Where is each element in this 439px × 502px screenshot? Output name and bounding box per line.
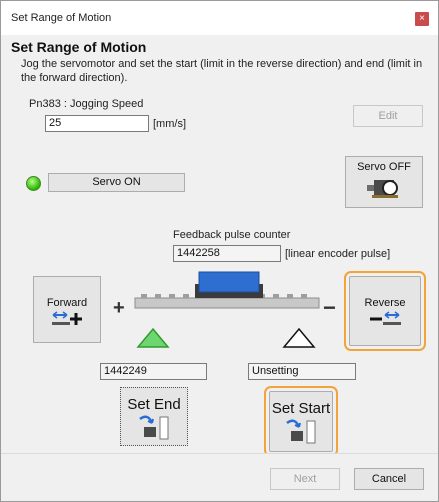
dialog-window: Set Range of Motion × Set Range of Motio… bbox=[0, 0, 439, 502]
jogging-speed-label: Pn383 : Jogging Speed bbox=[29, 98, 144, 110]
linear-axis-slider-icon bbox=[134, 271, 320, 309]
set-end-label: Set End bbox=[127, 396, 181, 413]
forward-jog-button[interactable]: Forward bbox=[33, 276, 101, 343]
set-end-icon bbox=[139, 415, 169, 440]
servo-off-label: Servo OFF bbox=[357, 161, 411, 173]
end-position-field: 1442249 bbox=[100, 363, 207, 380]
jogging-speed-unit: [mm/s] bbox=[153, 118, 186, 130]
reverse-jog-button[interactable]: Reverse bbox=[344, 271, 426, 351]
minus-direction-sign: − bbox=[323, 295, 336, 320]
set-start-button[interactable]: Set Start bbox=[264, 386, 338, 457]
reverse-arrow-icon bbox=[370, 311, 401, 325]
window-title: Set Range of Motion bbox=[11, 12, 112, 24]
end-position-marker-icon bbox=[136, 327, 170, 348]
instructions-text: Jog the servomotor and set the start (li… bbox=[21, 58, 423, 84]
jogging-speed-field[interactable]: 25 bbox=[45, 115, 149, 132]
feedback-counter-label: Feedback pulse counter bbox=[173, 229, 291, 241]
next-button[interactable]: Next bbox=[270, 468, 340, 490]
set-start-label: Set Start bbox=[271, 400, 331, 417]
servo-motor-icon bbox=[367, 180, 398, 198]
main-panel: Set Range of Motion Jog the servomotor a… bbox=[1, 35, 438, 457]
reverse-label: Reverse bbox=[364, 297, 406, 309]
close-button[interactable]: × bbox=[415, 12, 429, 26]
title-bar: Set Range of Motion × bbox=[1, 1, 438, 35]
cancel-button[interactable]: Cancel bbox=[354, 468, 424, 490]
feedback-counter-unit: [linear encoder pulse] bbox=[285, 248, 391, 260]
edit-button[interactable]: Edit bbox=[353, 105, 423, 127]
start-position-field: Unsetting bbox=[248, 363, 356, 380]
plus-direction-sign: + bbox=[113, 297, 125, 319]
servo-on-button[interactable]: Servo ON bbox=[48, 173, 185, 192]
set-end-button[interactable]: Set End bbox=[120, 387, 188, 446]
servo-status-led bbox=[26, 176, 41, 191]
set-start-icon bbox=[286, 419, 316, 444]
start-position-marker-icon bbox=[282, 327, 316, 348]
servo-off-button[interactable]: Servo OFF bbox=[345, 156, 423, 208]
forward-arrow-icon bbox=[52, 311, 82, 325]
feedback-counter-field: 1442258 bbox=[173, 245, 281, 262]
page-title: Set Range of Motion bbox=[11, 39, 147, 55]
forward-label: Forward bbox=[46, 297, 88, 309]
dialog-footer: Next Cancel bbox=[1, 453, 438, 501]
